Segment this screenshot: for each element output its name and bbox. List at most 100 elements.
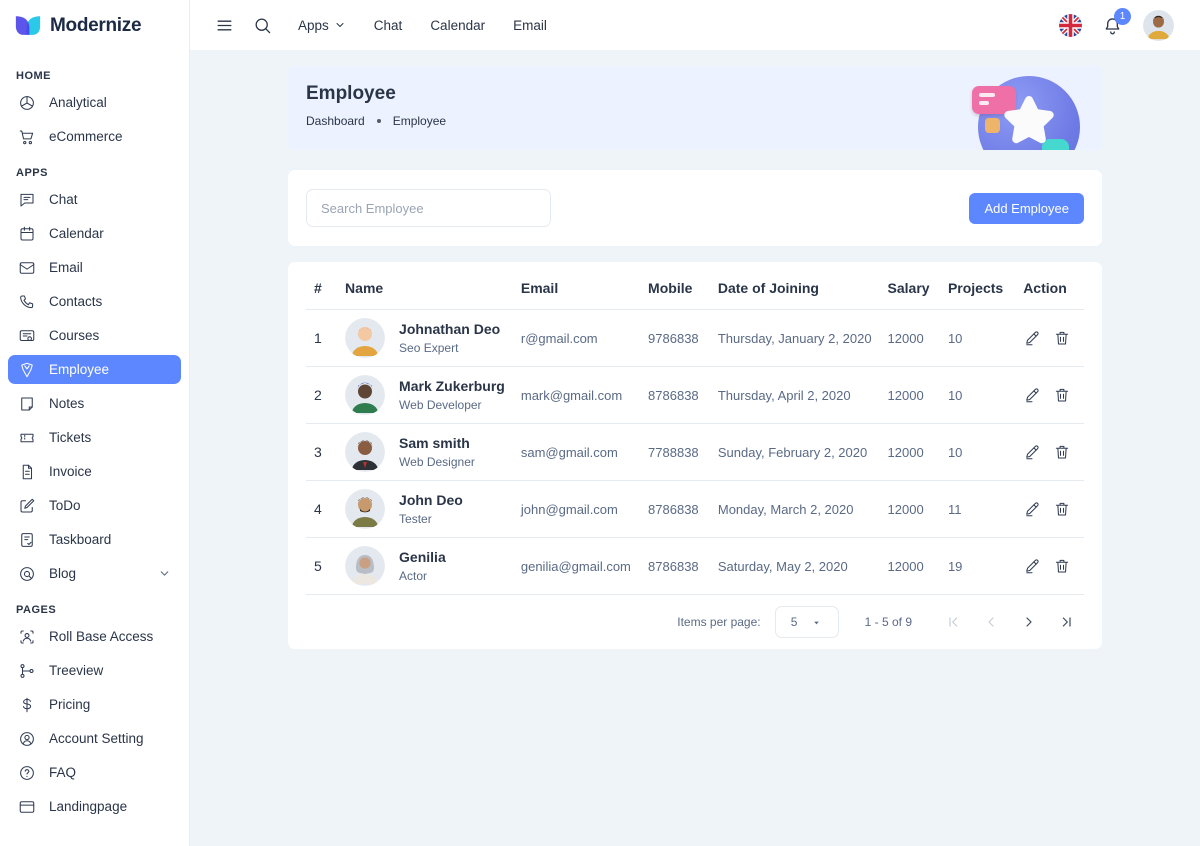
trash-icon [1053, 386, 1071, 404]
nav-apps[interactable]: Apps [298, 18, 346, 33]
delete-button[interactable] [1053, 443, 1071, 461]
page-size-select[interactable]: 5 [775, 606, 839, 638]
certificate-icon [18, 327, 36, 345]
sidebar-item-todo[interactable]: ToDo [8, 491, 181, 520]
sidebar-item-treeview[interactable]: Treeview [8, 656, 181, 685]
search-employee-input[interactable] [306, 189, 551, 227]
employee-salary: 12000 [880, 424, 940, 481]
employee-name: Johnathan Deo [399, 321, 500, 337]
illustration-star [1000, 94, 1058, 150]
employee-role: Seo Expert [399, 341, 500, 355]
edit-pencil-icon [1023, 500, 1041, 518]
previous-page-button[interactable] [976, 607, 1006, 637]
sidebar-item-chat[interactable]: Chat [8, 185, 181, 214]
employee-role: Actor [399, 569, 446, 583]
chevron-down-icon [158, 567, 171, 580]
nav-chat[interactable]: Chat [374, 18, 403, 33]
trash-icon [1053, 329, 1071, 347]
sidebar-item-email[interactable]: Email [8, 253, 181, 282]
edit-pencil-icon [1023, 386, 1041, 404]
employee-email: sam@gmail.com [513, 424, 640, 481]
menu-toggle-button[interactable] [208, 9, 240, 41]
language-flag-button[interactable] [1059, 14, 1082, 37]
last-page-button[interactable] [1052, 607, 1082, 637]
sidebar-item-analytical[interactable]: Analytical [8, 88, 181, 117]
row-index: 5 [306, 538, 337, 595]
sidebar-item-blog[interactable]: Blog [8, 559, 181, 588]
sidebar-item-label: Courses [49, 328, 99, 343]
edit-button[interactable] [1023, 329, 1041, 347]
delete-button[interactable] [1053, 500, 1071, 518]
sidebar-item-employee[interactable]: Employee [8, 355, 181, 384]
sidebar-item-account-setting[interactable]: Account Setting [8, 724, 181, 753]
next-page-icon [1021, 614, 1037, 630]
add-employee-button[interactable]: Add Employee [969, 193, 1084, 224]
employee-date: Thursday, April 2, 2020 [710, 367, 880, 424]
employee-email: genilia@gmail.com [513, 538, 640, 595]
notifications-button[interactable]: 1 [1102, 15, 1123, 36]
row-index: 2 [306, 367, 337, 424]
next-page-button[interactable] [1014, 607, 1044, 637]
employee-mobile: 7788838 [640, 424, 710, 481]
user-avatar-image [1143, 10, 1174, 41]
employee-name: Mark Zukerburg [399, 378, 505, 394]
search-button[interactable] [246, 9, 278, 41]
sidebar-item-invoice[interactable]: Invoice [8, 457, 181, 486]
employee-date: Sunday, February 2, 2020 [710, 424, 880, 481]
delete-button[interactable] [1053, 557, 1071, 575]
employee-mobile: 8786838 [640, 481, 710, 538]
user-avatar[interactable] [1143, 10, 1174, 41]
branch-icon [18, 662, 36, 680]
table-row: 5 Genilia Actor genilia@gmail. [306, 538, 1084, 595]
employee-projects: 19 [940, 538, 1015, 595]
sidebar-section-apps: APPS [16, 167, 173, 179]
table-row: 3 Sam smith Web Designer sam@g [306, 424, 1084, 481]
breadcrumb-dashboard-link[interactable]: Dashboard [306, 114, 365, 128]
sidebar-item-roll-base-access[interactable]: Roll Base Access [8, 622, 181, 651]
nav-email[interactable]: Email [513, 18, 547, 33]
file-invoice-icon [18, 463, 36, 481]
main-area: Apps Chat Calendar Email [190, 0, 1200, 846]
sidebar-item-contacts[interactable]: Contacts [8, 287, 181, 316]
edit-pencil-icon [1023, 329, 1041, 347]
sidebar-item-calendar[interactable]: Calendar [8, 219, 181, 248]
row-index: 3 [306, 424, 337, 481]
sidebar-item-label: Account Setting [49, 731, 144, 746]
sidebar-item-label: Invoice [49, 464, 92, 479]
sidebar-item-label: eCommerce [49, 129, 123, 144]
user-circle-icon [18, 730, 36, 748]
edit-button[interactable] [1023, 386, 1041, 404]
user-scan-icon [18, 628, 36, 646]
edit-button[interactable] [1023, 443, 1041, 461]
employee-salary: 12000 [880, 367, 940, 424]
items-per-page-label: Items per page: [677, 615, 760, 629]
sidebar-item-label: Treeview [49, 663, 103, 678]
first-page-button[interactable] [938, 607, 968, 637]
edit-button[interactable] [1023, 500, 1041, 518]
sidebar-item-ecommerce[interactable]: eCommerce [8, 122, 181, 151]
page-content: Employee Dashboard Employee [190, 50, 1200, 846]
brand-name: Modernize [50, 15, 141, 37]
edit-button[interactable] [1023, 557, 1041, 575]
sidebar-item-pricing[interactable]: Pricing [8, 690, 181, 719]
sidebar-item-landingpage[interactable]: Landingpage [8, 792, 181, 821]
delete-button[interactable] [1053, 329, 1071, 347]
breadcrumb: Dashboard Employee [306, 114, 1084, 128]
sidebar-item-tickets[interactable]: Tickets [8, 423, 181, 452]
employee-email: mark@gmail.com [513, 367, 640, 424]
nav-calendar[interactable]: Calendar [430, 18, 485, 33]
sidebar-item-label: Employee [49, 362, 109, 377]
brand-logo[interactable]: Modernize [8, 0, 181, 52]
sidebar-item-taskboard[interactable]: Taskboard [8, 525, 181, 554]
delete-button[interactable] [1053, 386, 1071, 404]
table-row: 1 Johnathan Deo Seo Expert r@g [306, 310, 1084, 367]
sidebar-item-courses[interactable]: Courses [8, 321, 181, 350]
sidebar-item-label: Notes [49, 396, 84, 411]
sidebar-item-faq[interactable]: FAQ [8, 758, 181, 787]
sidebar-item-notes[interactable]: Notes [8, 389, 181, 418]
employee-table-card: # Name Email Mobile Date of Joining Sala… [288, 262, 1102, 649]
nav-apps-label: Apps [298, 18, 329, 33]
badge-icon [18, 361, 36, 379]
col-mobile: Mobile [640, 264, 710, 310]
col-name: Name [337, 264, 513, 310]
